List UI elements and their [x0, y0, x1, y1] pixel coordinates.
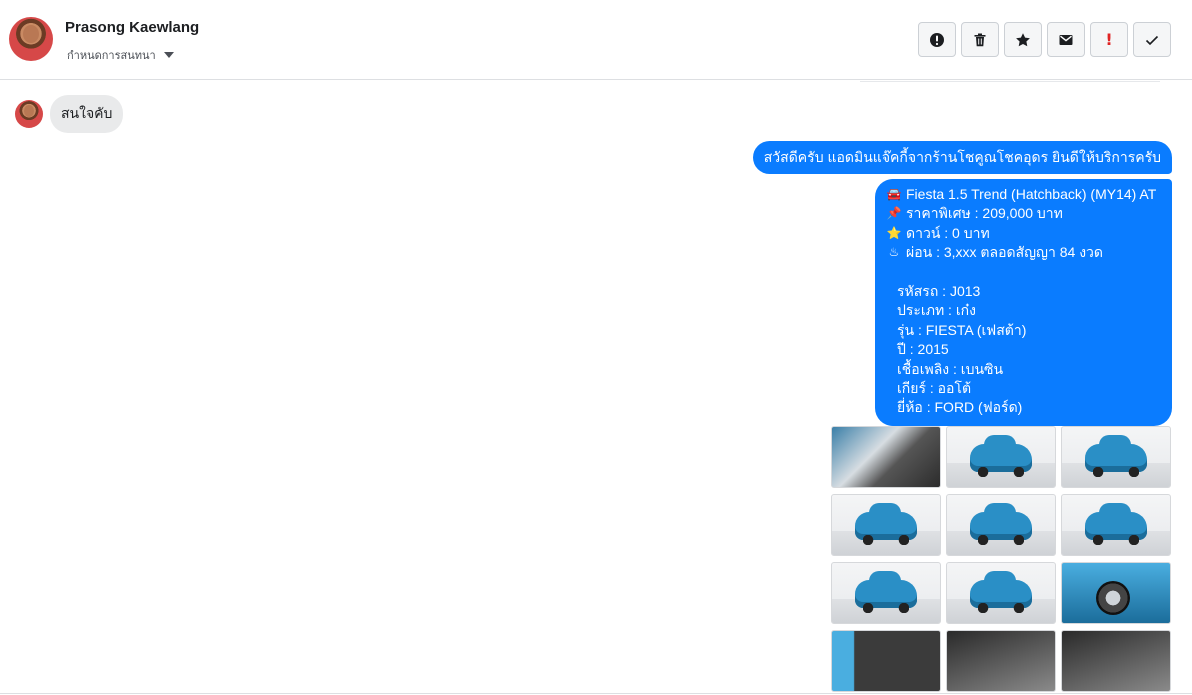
incoming-message-bubble[interactable]: สนใจคับ	[50, 95, 124, 133]
mark-done-button[interactable]	[1133, 22, 1171, 57]
composer-divider	[0, 693, 1192, 694]
car-photo-thumbnail[interactable]	[946, 426, 1056, 488]
envelope-icon	[1059, 34, 1073, 45]
car-photo-thumbnail[interactable]	[831, 630, 941, 692]
assign-conversation-dropdown[interactable]: กำหนดการสนทนา	[67, 46, 174, 64]
hot-springs-icon: ♨	[888, 245, 900, 260]
car-photo-thumbnail[interactable]	[831, 426, 941, 488]
caret-down-icon	[163, 52, 174, 58]
star-icon	[1016, 32, 1030, 46]
star-button[interactable]	[1004, 22, 1042, 57]
checkmark-icon	[1145, 35, 1159, 45]
avatar[interactable]	[15, 100, 43, 128]
contact-name[interactable]: Prasong Kaewlang	[65, 19, 199, 36]
car-image	[970, 435, 1032, 478]
car-image	[855, 503, 917, 546]
listing-price: ราคาพิเศษ : 209,000 บาท	[906, 205, 1063, 222]
car-image	[1085, 503, 1147, 546]
car-image	[970, 571, 1032, 614]
listing-type: ประเภท : เก๋ง	[897, 302, 976, 319]
car-photo-thumbnail[interactable]	[1061, 630, 1171, 692]
exclamation-icon: !	[1105, 30, 1113, 49]
listing-fuel: เชื้อเพลิง : เบนซิน	[897, 360, 1004, 377]
car-photo-thumbnail[interactable]	[1061, 562, 1171, 624]
pin-icon: 📌	[886, 206, 902, 221]
car-photo-thumbnail[interactable]	[946, 494, 1056, 556]
assign-label: กำหนดการสนทนา	[67, 50, 156, 62]
listing-installment: ผ่อน : 3,xxx ตลอดสัญญา 84 งวด	[906, 244, 1103, 261]
car-photo-thumbnail[interactable]	[831, 494, 941, 556]
car-photo-thumbnail[interactable]	[946, 630, 1056, 692]
avatar[interactable]	[9, 17, 53, 61]
mark-spam-button[interactable]	[918, 22, 956, 57]
listing-gear: เกียร์ : ออโต้	[897, 380, 972, 397]
conversation-actions: !	[918, 22, 1171, 57]
listing-title: Fiesta 1.5 Trend (Hatchback) (MY14) AT	[906, 186, 1157, 202]
outgoing-message-bubble[interactable]: สวัสดีครับ แอดมินแจ๊คกี้จากร้านโชคูณโชคอ…	[752, 141, 1172, 175]
divider	[860, 81, 1160, 82]
listing-model: รุ่น : FIESTA (เฟสต้า)	[897, 321, 1027, 338]
mark-important-button[interactable]: !	[1090, 22, 1128, 57]
car-photo-thumbnail[interactable]	[1061, 494, 1171, 556]
car-photo-thumbnail[interactable]	[1061, 426, 1171, 488]
photo-gallery	[831, 426, 1171, 692]
trash-icon	[974, 33, 986, 46]
listing-code: รหัสรถ : J013	[897, 283, 981, 300]
listing-down-payment: ดาวน์ : 0 บาท	[906, 224, 990, 241]
mark-unread-button[interactable]	[1047, 22, 1085, 57]
listing-year: ปี : 2015	[897, 341, 949, 358]
car-photo-thumbnail[interactable]	[946, 562, 1056, 624]
conversation-header: Prasong Kaewlang กำหนดการสนทนา !	[0, 0, 1192, 80]
car-image	[970, 503, 1032, 546]
listing-brand: ยี่ห้อ : FORD (ฟอร์ด)	[897, 399, 1023, 416]
car-photo-thumbnail[interactable]	[831, 562, 941, 624]
alert-circle-icon	[930, 32, 944, 47]
message-thread[interactable]: สนใจคับ สวัสดีครับ แอดมินแจ๊คกี้จากร้านโ…	[0, 81, 1192, 695]
car-icon: 🚘	[886, 187, 902, 201]
car-image	[1085, 435, 1147, 478]
listing-message-bubble[interactable]: 🚘 Fiesta 1.5 Trend (Hatchback) (MY14) AT …	[875, 179, 1172, 426]
car-image	[855, 571, 917, 614]
incoming-message-row: สนใจคับ	[15, 95, 124, 133]
star-icon: ⭐	[886, 225, 902, 240]
delete-button[interactable]	[961, 22, 999, 57]
